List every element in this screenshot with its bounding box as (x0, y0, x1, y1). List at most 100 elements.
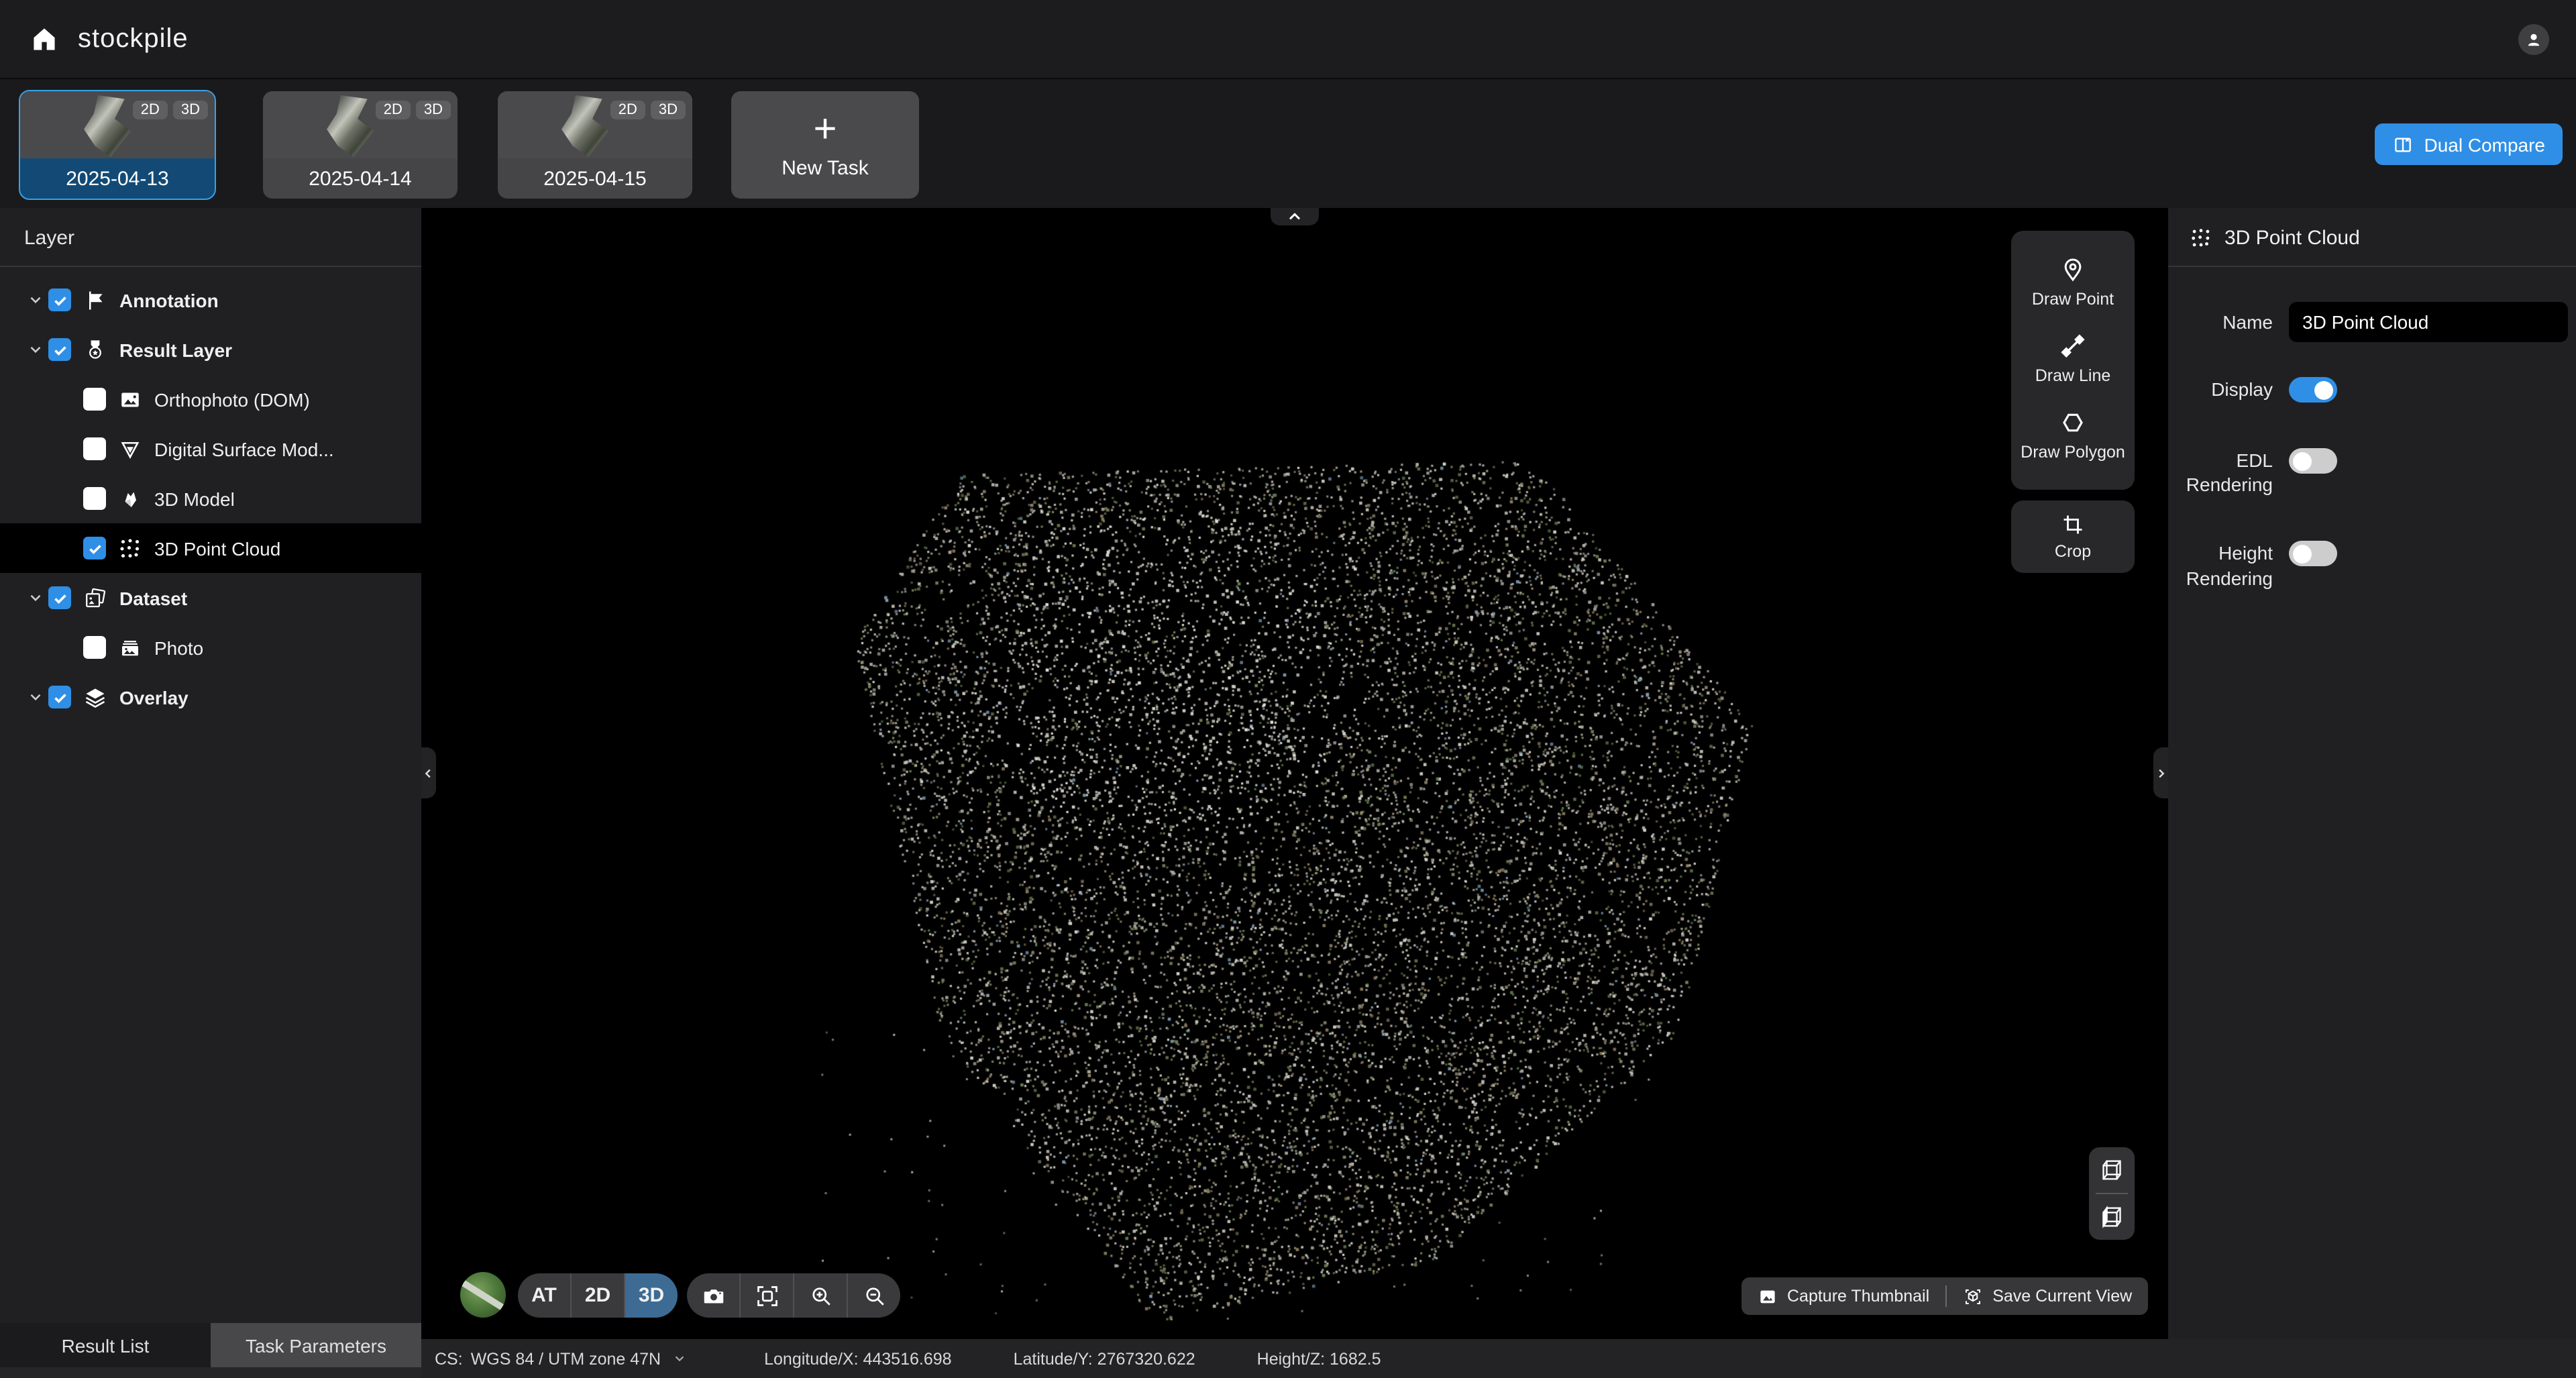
expand-chevron-icon[interactable] (21, 341, 48, 358)
task-thumbnail: 2D 3D (498, 91, 692, 158)
badge-3d[interactable]: 3D (416, 101, 451, 119)
layer-checkbox[interactable] (83, 388, 106, 411)
draw-polygon-button[interactable]: Draw Polygon (2011, 397, 2135, 474)
zoom-out-button[interactable] (848, 1273, 900, 1318)
layer-label: 3D Point Cloud (154, 537, 280, 559)
capture-thumbnail-button[interactable]: Capture Thumbnail (1741, 1277, 1945, 1315)
layer-row-digital-surface-mod[interactable]: Digital Surface Mod... (0, 424, 421, 474)
draw-point-button[interactable]: Draw Point (2011, 244, 2135, 321)
expand-chevron-icon[interactable] (21, 688, 48, 706)
layer-row-overlay[interactable]: Overlay (0, 672, 421, 722)
edl-rendering-toggle[interactable] (2289, 448, 2337, 474)
crop-button[interactable]: Crop (2011, 500, 2135, 573)
frame-button[interactable] (741, 1273, 794, 1318)
new-task-button[interactable]: + New Task (731, 91, 919, 199)
draw-line-button[interactable]: Draw Line (2011, 321, 2135, 397)
display-toggle[interactable] (2289, 377, 2337, 403)
zoom-in-button[interactable] (794, 1273, 848, 1318)
minimap-thumbnail[interactable] (460, 1272, 506, 1318)
badge-3d[interactable]: 3D (651, 101, 686, 119)
layer-checkbox[interactable] (83, 437, 106, 460)
dual-compare-button[interactable]: Dual Compare (2374, 123, 2563, 165)
collapse-sidebar-handle[interactable] (421, 747, 436, 798)
collapse-rightpanel-handle[interactable] (2153, 747, 2168, 798)
mode-button-2d[interactable]: 2D (572, 1273, 625, 1318)
layer-checkbox[interactable] (48, 338, 71, 361)
save-current-view-button[interactable]: Save Current View (1947, 1277, 2148, 1315)
camera-button[interactable] (687, 1273, 741, 1318)
point-cloud-render[interactable] (739, 454, 1770, 1332)
home-icon[interactable] (30, 24, 59, 54)
divider (2168, 266, 2576, 267)
layer-tree: Annotation Result Layer Orthophoto (DOM) Di… (0, 275, 421, 722)
dsm-icon (118, 437, 142, 461)
badge-2d[interactable]: 2D (376, 101, 411, 119)
layer-checkbox[interactable] (83, 537, 106, 560)
layer-row-orthophoto-dom[interactable]: Orthophoto (DOM) (0, 374, 421, 424)
cube-wire-icon (2098, 1157, 2125, 1183)
layer-row-3d-model[interactable]: 3D Model (0, 474, 421, 523)
coordinate-system-select[interactable]: CS: WGS 84 / UTM zone 47N (435, 1349, 686, 1368)
layer-checkbox[interactable] (83, 636, 106, 659)
user-avatar[interactable] (2518, 24, 2549, 55)
draw-item-label: Draw Line (2035, 366, 2111, 385)
cs-value: WGS 84 / UTM zone 47N (471, 1349, 661, 1368)
bottom-tabs: Result List Task Parameters (0, 1323, 421, 1378)
display-label: Display (2168, 378, 2273, 402)
layer-checkbox[interactable] (48, 586, 71, 609)
view-cube-panel (2089, 1147, 2135, 1240)
name-input[interactable] (2289, 302, 2568, 342)
mode-button-3d[interactable]: 3D (625, 1273, 678, 1318)
book-compare-icon (2392, 134, 2413, 155)
collapse-taskbar-handle[interactable] (1271, 208, 1319, 225)
medal-icon (83, 337, 107, 362)
name-row: Name (2168, 302, 2576, 342)
task-date-label: 2025-04-15 (498, 158, 692, 199)
task-date-label: 2025-04-13 (20, 158, 215, 199)
layer-row-annotation[interactable]: Annotation (0, 275, 421, 325)
tabs-understrip (0, 1367, 421, 1378)
cs-label: CS: (435, 1349, 463, 1368)
task-card[interactable]: 2D3D2025-04-14 (263, 91, 458, 199)
wireframe-view-button[interactable] (2098, 1147, 2125, 1193)
solid-view-button[interactable] (2098, 1194, 2125, 1240)
badge-2d[interactable]: 2D (610, 101, 645, 119)
layer-checkbox[interactable] (48, 288, 71, 311)
layer-row-result-layer[interactable]: Result Layer (0, 325, 421, 374)
box-view-icon (1963, 1286, 1983, 1306)
badge-3d[interactable]: 3D (173, 101, 208, 119)
layer-label: Annotation (119, 289, 219, 311)
pointcloud-icon (2190, 227, 2212, 250)
dimension-badges: 2D 3D (376, 101, 451, 119)
expand-chevron-icon[interactable] (21, 291, 48, 309)
flag-icon (83, 288, 107, 312)
layer-row-dataset[interactable]: Dataset (0, 573, 421, 623)
layer-row-3d-point-cloud[interactable]: 3D Point Cloud (0, 523, 421, 573)
task-card[interactable]: 2D 3D 2025-04-15 (498, 91, 692, 199)
aerial-thumbnail-image (319, 95, 381, 157)
camera-icon (701, 1283, 725, 1308)
longitude-readout: Longitude/X: 443516.698 (764, 1349, 951, 1368)
layer-checkbox[interactable] (48, 686, 71, 708)
expand-chevron-icon[interactable] (21, 589, 48, 606)
layer-checkbox[interactable] (83, 487, 106, 510)
app-window: stockpile 2D3D2025-04-132D3D2025-04-142D… (0, 0, 2576, 1378)
layer-row-photo[interactable]: Photo (0, 623, 421, 672)
badge-2d[interactable]: 2D (133, 101, 168, 119)
3d-viewport[interactable]: Draw Point Draw Line Draw Polygon Crop (421, 208, 2168, 1339)
dataset-icon (83, 586, 107, 610)
app-title: stockpile (78, 23, 189, 54)
mode-button-at[interactable]: AT (518, 1273, 572, 1318)
draw-toolbar: Draw Point Draw Line Draw Polygon (2011, 231, 2135, 490)
tab-task-parameters[interactable]: Task Parameters (211, 1323, 421, 1367)
draw-item-label: Draw Polygon (2021, 443, 2125, 462)
status-bar: CS: WGS 84 / UTM zone 47N Longitude/X: 4… (421, 1339, 2576, 1378)
height-readout: Height/Z: 1682.5 (1257, 1349, 1381, 1368)
task-card[interactable]: 2D 3D 2025-04-13 (20, 91, 215, 199)
layer-label: Dataset (119, 587, 187, 608)
tab-result-list[interactable]: Result List (0, 1323, 211, 1367)
height-rendering-toggle[interactable] (2289, 541, 2337, 567)
frame-icon (755, 1283, 779, 1308)
task-thumbnail: 2D 3D (20, 91, 215, 158)
layer-label: Orthophoto (DOM) (154, 388, 310, 410)
